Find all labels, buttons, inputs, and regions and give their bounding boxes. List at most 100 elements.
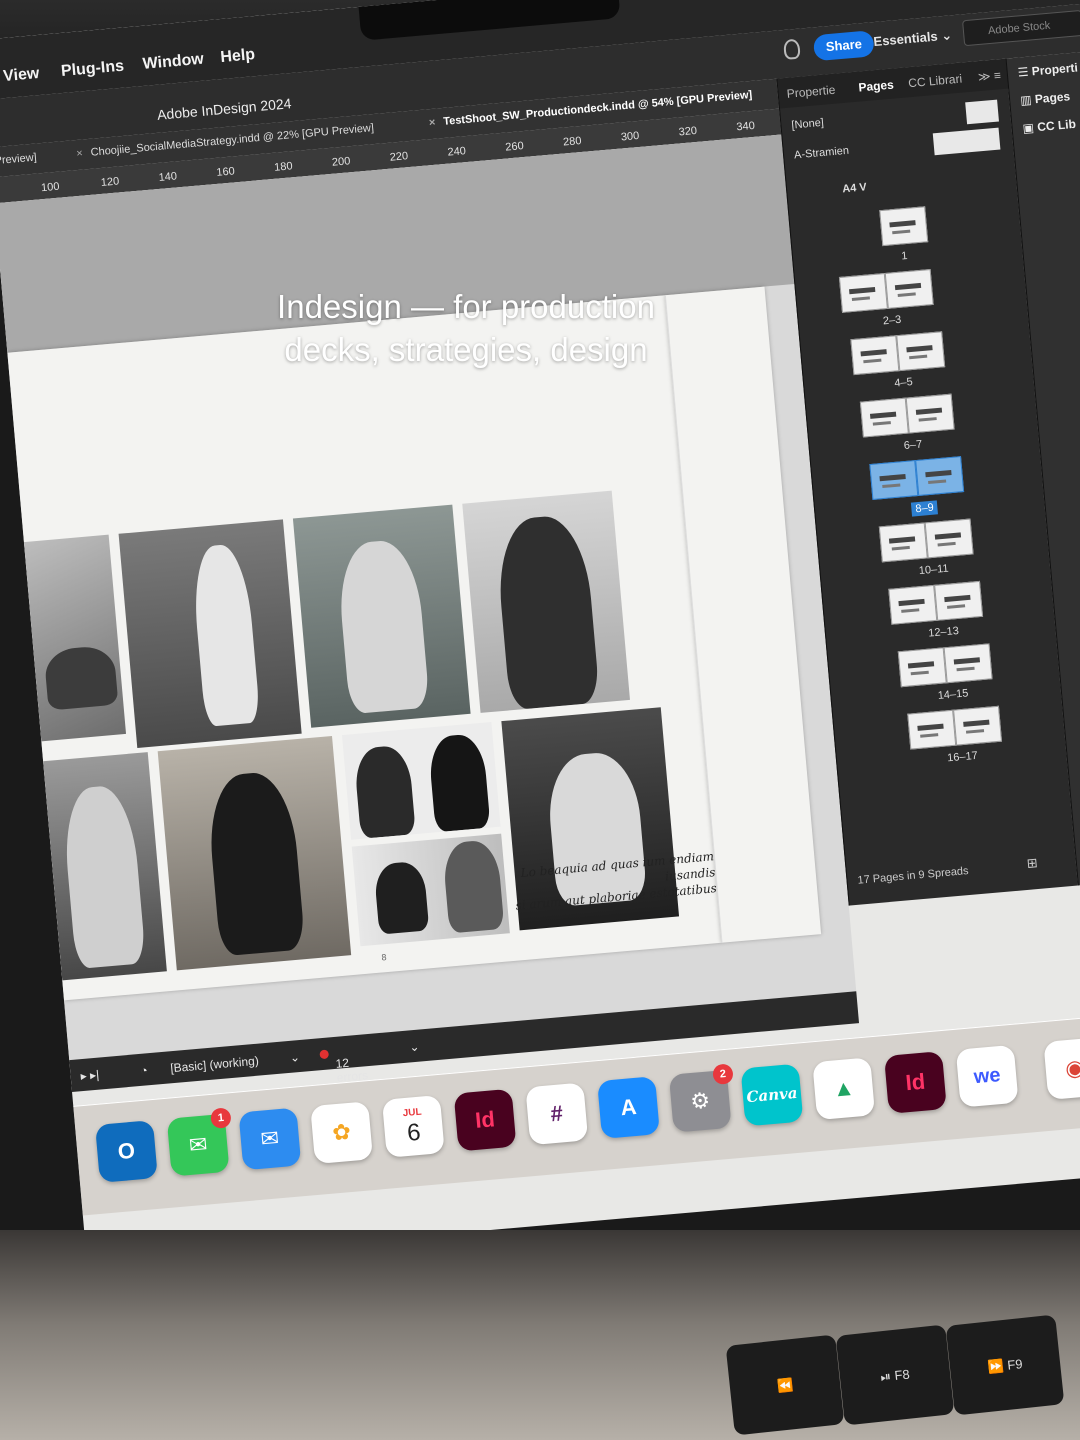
page-thumbnail[interactable] — [924, 518, 974, 559]
page-thumbnail[interactable] — [953, 705, 1003, 746]
photo-caption[interactable]: Lo beaquia ad quas ium endiam iusandis s… — [474, 848, 717, 917]
photo-woman-coat[interactable] — [43, 752, 167, 981]
side-item-label: CC Lib — [1036, 116, 1077, 135]
indesign-app-icon[interactable]: Id — [883, 1051, 947, 1114]
photo-subject — [60, 783, 147, 970]
tab-cc-libraries[interactable]: CC Librari — [908, 72, 963, 91]
ruler-tick: 320 — [678, 124, 698, 139]
app-title: Adobe InDesign 2024 — [156, 95, 293, 123]
photo-street-woman[interactable] — [157, 735, 352, 971]
menu-help[interactable]: Help — [220, 46, 256, 67]
slack-app-icon[interactable]: # — [525, 1082, 589, 1146]
page-thumbnail[interactable] — [897, 647, 947, 688]
new-page-icon[interactable]: ⊞ — [1026, 855, 1038, 872]
lightbulb-icon[interactable] — [783, 38, 801, 60]
ruler-tick: 300 — [620, 129, 640, 144]
share-button[interactable]: Share — [812, 30, 875, 62]
photo-hands[interactable] — [23, 534, 127, 742]
master-a-stramien[interactable]: A-Stramien — [794, 145, 850, 162]
page-thumbnail[interactable] — [878, 522, 928, 563]
key-f8: ⏯ F8 — [835, 1324, 955, 1426]
panel-menu-icon[interactable]: ≫ ≡ — [977, 68, 1001, 84]
outlook-app-icon[interactable]: O — [95, 1120, 158, 1183]
master-a-thumbnail[interactable] — [932, 127, 1001, 156]
key-f9: ⏩ F9 — [945, 1314, 1065, 1416]
pages-icon: ▥ — [1019, 92, 1036, 108]
page-nav-controls[interactable]: ▸ ▸| — [80, 1068, 100, 1084]
canva-app-icon[interactable]: Canva — [740, 1063, 804, 1127]
page-size-label: A4 V — [841, 181, 868, 196]
page-thumbnail[interactable] — [905, 393, 955, 434]
page-thumbnail[interactable] — [907, 709, 957, 750]
photo-subject — [353, 744, 416, 839]
system-settings-icon[interactable]: ⚙ 2 — [668, 1063, 734, 1133]
adobe-stock-search[interactable]: Adobe Stock — [962, 9, 1080, 47]
ruler-tick: 280 — [562, 134, 582, 149]
messages-app-icon[interactable]: ✉ 1 — [166, 1107, 232, 1177]
photo-portrait-profile[interactable] — [462, 490, 630, 713]
app-store-icon[interactable]: A — [597, 1076, 660, 1139]
master-none-thumbnail[interactable] — [965, 99, 999, 125]
ruler-tick: 240 — [447, 145, 467, 159]
spread-label: 14–15 — [937, 687, 969, 702]
pages-summary: 17 Pages in 9 Spreads — [857, 865, 970, 887]
tab-properties[interactable]: Propertie — [786, 83, 836, 101]
indesign-app-icon[interactable]: Id — [453, 1088, 517, 1152]
preflight-errors[interactable]: 12 errors — [319, 1047, 369, 1085]
spread-label: 8–9 — [910, 500, 939, 517]
photo-subject — [43, 644, 119, 711]
ruler-tick: 140 — [158, 170, 178, 184]
side-pages[interactable]: ▥ Pages — [1020, 89, 1071, 107]
mail-app-icon[interactable]: ✉ — [238, 1107, 302, 1171]
calendar-app-icon[interactable]: JUL 6 — [381, 1094, 445, 1158]
spread-label: 1 — [900, 250, 909, 263]
document-page-8[interactable]: Lo beaquia ad quas ium endiam iusandis s… — [7, 295, 722, 1001]
page-thumbnail[interactable] — [859, 397, 909, 438]
tab-pages[interactable]: Pages — [858, 78, 894, 95]
page-thumbnail[interactable] — [869, 460, 919, 500]
fast-forward-icon: ⏩ — [986, 1357, 1009, 1375]
side-item-label: Pages — [1034, 89, 1071, 107]
master-none[interactable]: [None] — [791, 117, 824, 132]
side-properties[interactable]: ☰ Properti — [1017, 60, 1078, 79]
side-item-label: Properti — [1031, 60, 1079, 79]
overlay-line-2: decks, strategies, design — [284, 331, 648, 368]
page-thumbnail[interactable] — [888, 584, 938, 625]
spread-label: 12–13 — [927, 624, 960, 640]
workspace-switcher[interactable]: Essentials ⌄ — [873, 27, 953, 50]
pasteboard[interactable]: Lo beaquia ad quas ium endiam iusandis s… — [0, 134, 857, 1061]
key-rewind: ⏪ — [725, 1334, 845, 1436]
close-icon[interactable]: × — [76, 148, 83, 161]
google-drive-icon[interactable]: ▲ — [812, 1057, 876, 1121]
page-thumbnail[interactable] — [943, 643, 993, 684]
spread-label: 4–5 — [893, 376, 914, 390]
menu-plug-ins[interactable]: Plug-Ins — [60, 58, 124, 81]
key-label: F8 — [893, 1366, 911, 1384]
ruler-tick: 120 — [100, 175, 120, 189]
wetransfer-app-icon[interactable]: we — [955, 1044, 1019, 1108]
photos-app-icon[interactable]: ✿ — [310, 1101, 374, 1165]
page-thumbnail[interactable] — [934, 580, 984, 621]
side-cc-libraries[interactable]: ▣ CC Lib — [1022, 117, 1076, 136]
page-thumbnail[interactable] — [879, 206, 929, 247]
chevron-down-icon[interactable]: ⌄ — [409, 1040, 420, 1055]
photo-woman-walking[interactable] — [118, 519, 302, 748]
menu-window[interactable]: Window — [142, 51, 205, 74]
chevron-down-icon: ⌄ — [940, 27, 953, 44]
calendar-day: 6 — [406, 1118, 422, 1147]
tab-preview[interactable]: Preview] — [0, 152, 37, 168]
tab-label: Preview] — [0, 151, 38, 168]
messages-badge: 1 — [210, 1107, 232, 1129]
page-thumbnail[interactable] — [915, 456, 965, 496]
chrome-app-icon[interactable]: ◉ — [1043, 1037, 1080, 1100]
photo-woman-seated[interactable] — [292, 504, 471, 728]
preflight-icon[interactable]: ◔ — [140, 1063, 148, 1078]
preflight-profile[interactable]: [Basic] (working) — [170, 1054, 260, 1076]
error-dot-icon — [319, 1049, 330, 1060]
gear-icon: ⚙ — [689, 1087, 712, 1115]
close-icon[interactable]: × — [428, 117, 435, 130]
library-icon: ▣ — [1022, 120, 1038, 136]
photo-duo-portrait[interactable] — [341, 722, 501, 840]
menu-view[interactable]: View — [3, 65, 41, 86]
chevron-down-icon[interactable]: ⌄ — [289, 1050, 300, 1065]
